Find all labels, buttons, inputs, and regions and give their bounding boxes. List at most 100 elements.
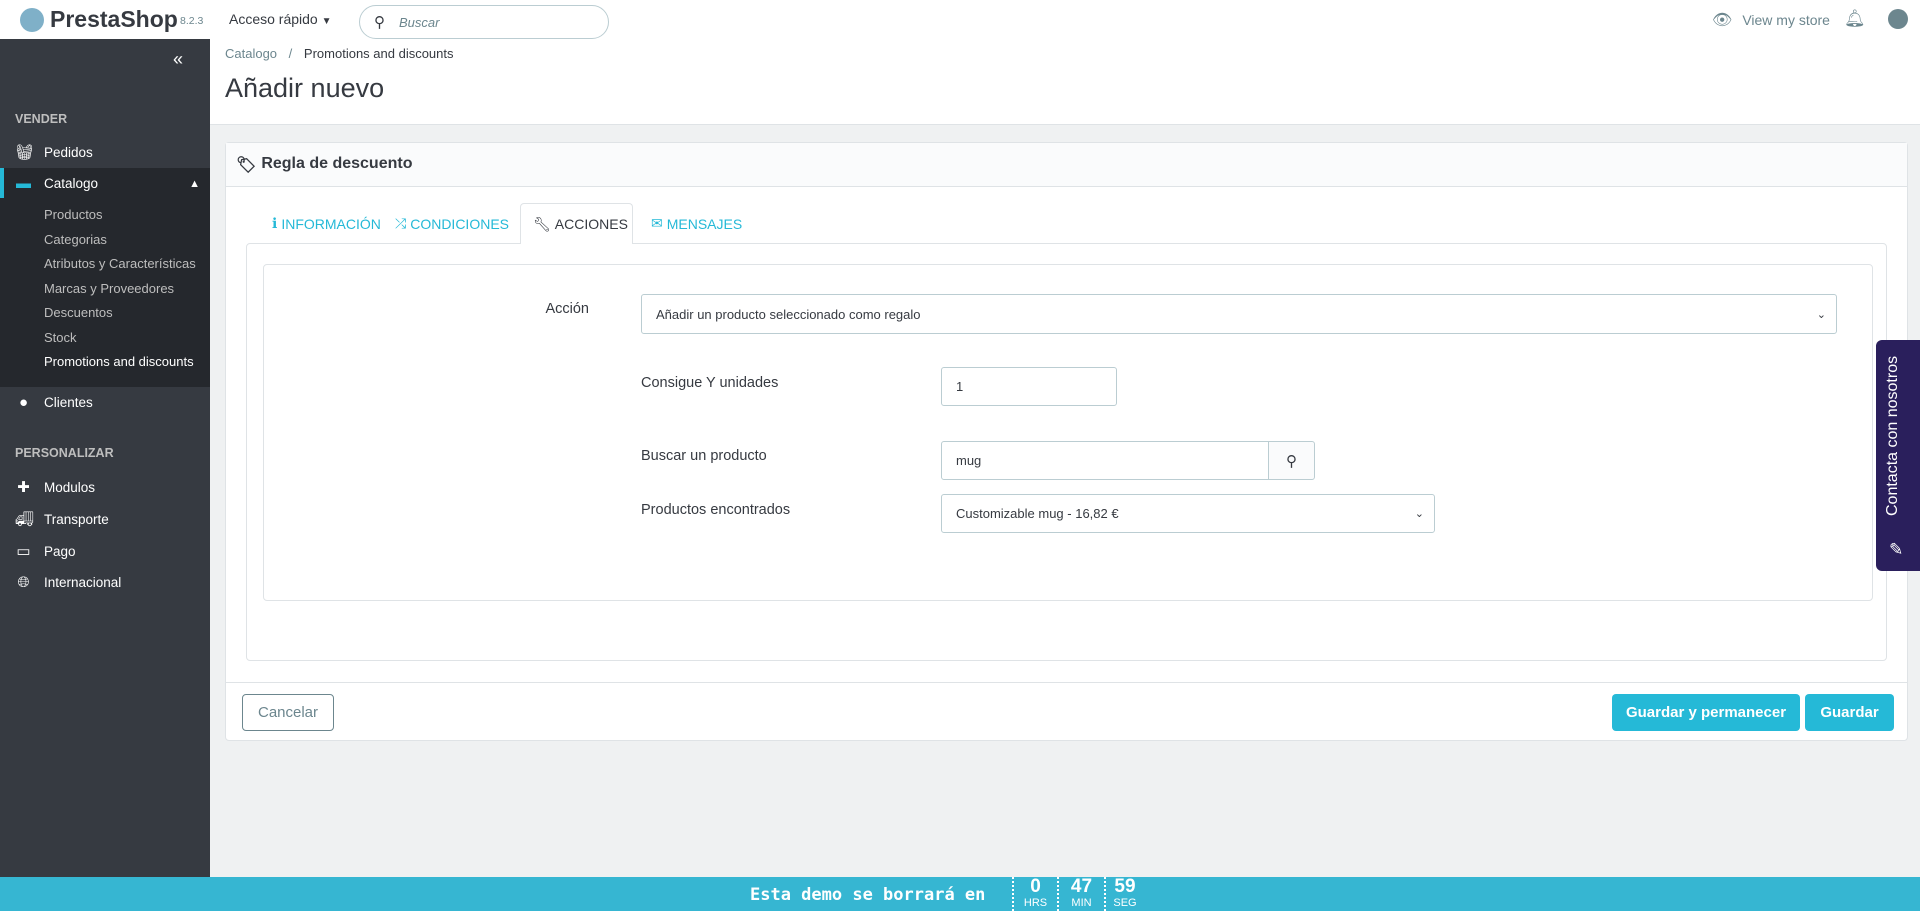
- section-vender: VENDER: [15, 112, 68, 126]
- sidebar-label: Clientes: [44, 395, 93, 410]
- store-icon: ▬: [16, 175, 31, 192]
- search-placeholder: Buscar: [399, 14, 440, 30]
- tab-label: ACCIONES: [554, 216, 628, 232]
- collapse-sidebar-icon[interactable]: «: [173, 49, 183, 70]
- search-input[interactable]: ⚲ Buscar: [359, 5, 609, 39]
- sidebar: « VENDER 🧺︎ Pedidos ▬ Catalogo ▲ Productos …: [0, 39, 210, 877]
- tab-mensajes[interactable]: ✉ MENSAJES: [639, 203, 754, 244]
- breadcrumb-parent[interactable]: Catalogo: [225, 46, 277, 61]
- actions-form: Acción Añadir un producto seleccionado c…: [263, 264, 1873, 601]
- units-label: Consigue Y unidades: [641, 375, 779, 391]
- sidebar-item-clientes[interactable]: ● Clientes: [15, 394, 93, 411]
- chevron-down-icon: ⌄: [1816, 308, 1826, 321]
- submenu-categorias[interactable]: Categorias: [44, 232, 107, 247]
- info-icon: ℹ: [272, 215, 278, 231]
- prestashop-logo-icon: [20, 8, 44, 32]
- view-store-link[interactable]: 👁 View my store: [1712, 10, 1830, 30]
- search-icon: ⚲: [1286, 452, 1297, 470]
- search-product-input[interactable]: mug: [941, 441, 1269, 480]
- search-product-label: Buscar un producto: [641, 448, 767, 464]
- action-select[interactable]: Añadir un producto seleccionado como reg…: [641, 294, 1837, 334]
- found-products-select[interactable]: Customizable mug - 16,82 € ⌄: [941, 494, 1435, 533]
- tag-icon: 🏷︎: [236, 157, 257, 174]
- submenu-stock[interactable]: Stock: [44, 330, 77, 345]
- page-header: Catalogo / Promotions and discounts Añad…: [210, 39, 1920, 125]
- sidebar-item-modulos[interactable]: ✚ Modulos: [15, 478, 95, 496]
- caret-down-icon: ▼: [321, 16, 332, 27]
- version: 8.2.3: [180, 15, 204, 27]
- tab-label: INFORMACIÓN: [281, 215, 381, 232]
- save-button[interactable]: Guardar: [1805, 694, 1894, 731]
- logo-text: PrestaShop: [50, 6, 178, 32]
- units-value: 1: [956, 379, 964, 394]
- envelope-icon: ✉: [651, 215, 663, 231]
- puzzle-icon: ✚: [17, 479, 30, 496]
- submenu-productos[interactable]: Productos: [44, 207, 103, 222]
- notifications-bell-icon[interactable]: 🔔︎: [1844, 9, 1866, 29]
- quick-access-dropdown[interactable]: Acceso rápido ▼: [229, 11, 332, 27]
- hours-counter: 0 HRS: [1012, 877, 1057, 911]
- top-bar: PrestaShop 8.2.3 Acceso rápido ▼ ⚲ Busca…: [0, 0, 1920, 39]
- sidebar-label: Pago: [44, 543, 76, 559]
- submenu-descuentos[interactable]: Descuentos: [44, 305, 113, 320]
- footer-divider: [226, 682, 1907, 683]
- submenu-promotions[interactable]: Promotions and discounts: [44, 354, 194, 369]
- tab-content: Acción Añadir un producto seleccionado c…: [246, 243, 1887, 661]
- search-icon: ⚲: [374, 14, 385, 31]
- save-and-stay-button[interactable]: Guardar y permanecer: [1612, 694, 1800, 731]
- basket-icon: 🧺︎: [15, 144, 35, 161]
- sidebar-label: Pedidos: [44, 144, 93, 160]
- wrench-icon: 🔧︎: [533, 215, 551, 232]
- globe-icon: 🌐︎: [17, 574, 30, 591]
- sidebar-item-pedidos[interactable]: 🧺︎ Pedidos: [15, 143, 93, 161]
- chevron-up-icon: ▲: [189, 177, 200, 190]
- breadcrumb-current: Promotions and discounts: [303, 46, 454, 61]
- section-personalizar: PERSONALIZAR: [15, 446, 114, 460]
- logo[interactable]: PrestaShop: [50, 6, 178, 33]
- breadcrumb: Catalogo / Promotions and discounts: [225, 46, 454, 61]
- page-title: Añadir nuevo: [225, 73, 385, 103]
- units-input[interactable]: 1: [941, 367, 1117, 406]
- shuffle-icon: ⤮: [395, 215, 407, 231]
- action-label: Acción: [545, 301, 589, 317]
- tab-condiciones[interactable]: ⤮ CONDICIONES: [383, 203, 521, 244]
- sidebar-label: Transporte: [44, 511, 109, 527]
- seconds-counter: 59 SEG: [1104, 877, 1144, 911]
- discount-rule-panel: 🏷︎ Regla de descuento ℹ INFORMACIÓN ⤮ CONDI…: [225, 142, 1908, 741]
- quick-access-label: Acceso rápido: [229, 11, 318, 27]
- user-circle-icon: ●: [18, 394, 29, 411]
- tab-label: MENSAJES: [666, 215, 743, 232]
- sidebar-item-pago[interactable]: ▭ Pago: [15, 542, 76, 560]
- action-value: Añadir un producto seleccionado como reg…: [656, 306, 921, 322]
- sidebar-label: Modulos: [44, 479, 96, 495]
- eye-icon: 👁: [1712, 12, 1733, 29]
- search-product-button[interactable]: ⚲: [1268, 441, 1315, 480]
- contact-us-tab[interactable]: Contacta con nosotros ✎: [1876, 340, 1920, 571]
- minutes-counter: 47 MIN: [1057, 877, 1104, 911]
- sidebar-item-internacional[interactable]: 🌐︎ Internacional: [15, 574, 121, 591]
- tab-informacion[interactable]: ℹ INFORMACIÓN: [260, 203, 393, 244]
- search-product-value: mug: [956, 453, 982, 468]
- tab-acciones[interactable]: 🔧︎ ACCIONES: [520, 203, 633, 244]
- sidebar-item-transporte[interactable]: 🚚︎ Transporte: [15, 510, 109, 528]
- active-indicator: [0, 168, 4, 198]
- found-products-label: Productos encontrados: [641, 502, 791, 518]
- demo-countdown-bar: Esta demo se borrará en 0 HRS 47 MIN 59 SEG: [0, 877, 1920, 911]
- panel-heading: 🏷︎ Regla de descuento: [226, 143, 1907, 187]
- truck-icon: 🚚︎: [15, 511, 35, 528]
- chevron-down-icon: ⌄: [1414, 508, 1424, 520]
- submenu-atributos[interactable]: Atributos y Características: [44, 256, 196, 271]
- user-avatar-icon[interactable]: [1888, 9, 1908, 29]
- panel-title: Regla de descuento: [261, 155, 413, 172]
- submenu-marcas[interactable]: Marcas y Proveedores: [44, 281, 174, 296]
- contact-label: Contacta con nosotros: [1884, 355, 1901, 516]
- demo-text: Esta demo se borrará en: [750, 885, 986, 905]
- sidebar-label: Catalogo: [44, 176, 99, 191]
- tab-label: CONDICIONES: [410, 215, 509, 232]
- sidebar-label: Internacional: [44, 575, 122, 590]
- credit-card-icon: ▭: [16, 543, 31, 560]
- found-products-value: Customizable mug - 16,82 €: [956, 506, 1119, 521]
- sidebar-item-catalogo[interactable]: ▬ Catalogo ▲: [15, 175, 200, 192]
- view-store-label: View my store: [1742, 12, 1830, 28]
- cancel-button[interactable]: Cancelar: [242, 694, 334, 731]
